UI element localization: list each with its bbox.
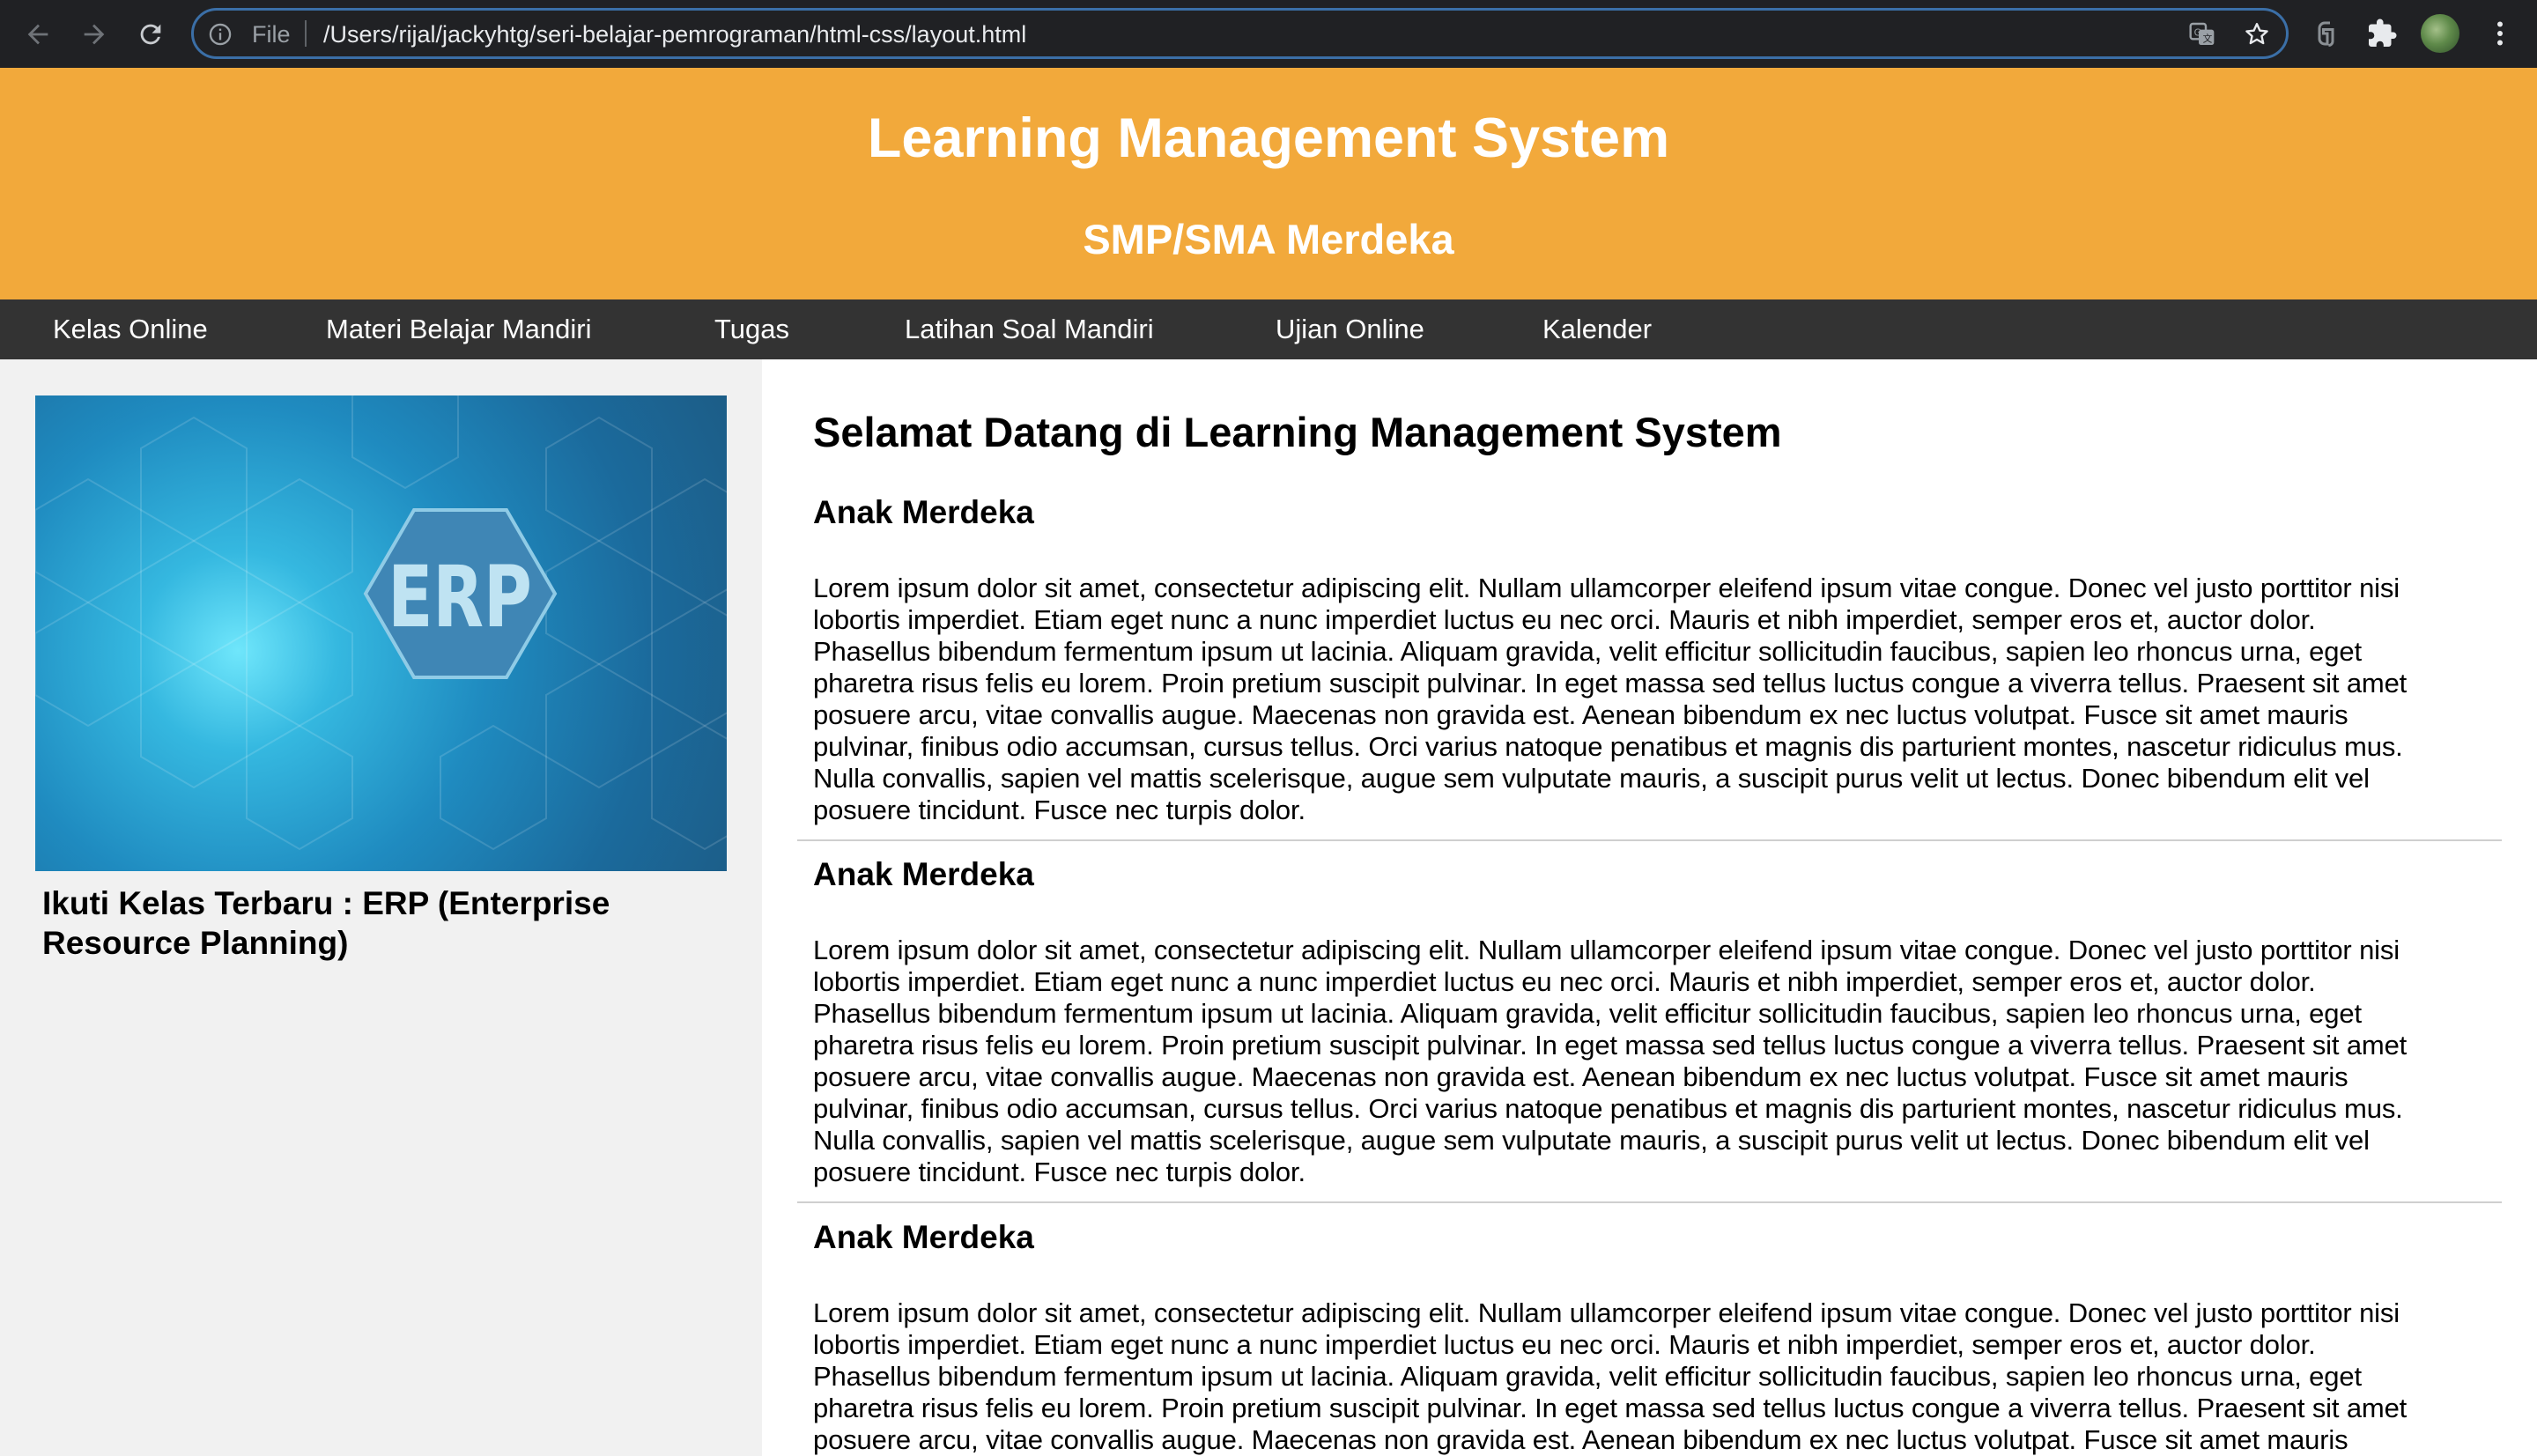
paragraph-line: lobortis imperdiet. Etiam eget nunc a nu…: [813, 1329, 2316, 1360]
new-class-caption[interactable]: Ikuti Kelas Terbaru : ERP (Enterprise Re…: [42, 883, 729, 963]
browser-toolbar: File /Users/rijal/jackyhtg/seri-belajar-…: [0, 0, 2537, 68]
article-heading: Anak Merdeka: [813, 1219, 1034, 1255]
info-icon[interactable]: [208, 22, 233, 47]
url-separator: [305, 20, 307, 47]
forward-arrow-icon: [84, 24, 105, 45]
paragraph-line: posuere tincidunt. Fusce nec turpis dolo…: [813, 1157, 1305, 1187]
svg-text:G: G: [2194, 26, 2201, 38]
paragraph-line: Lorem ipsum dolor sit amet, consectetur …: [813, 935, 2400, 965]
paragraph-line: Lorem ipsum dolor sit amet, consectetur …: [813, 573, 2400, 603]
paragraph-line: pharetra risus felis eu lorem. Proin pre…: [813, 1393, 2408, 1423]
profile-avatar[interactable]: [2421, 14, 2459, 53]
nav-link-kalender[interactable]: Kalender: [1542, 299, 1652, 359]
paragraph-line: posuere arcu, vitae convallis augue. Mae…: [813, 699, 2348, 730]
nav-link-tugas[interactable]: Tugas: [714, 299, 789, 359]
paragraph-line: pharetra risus felis eu lorem. Proin pre…: [813, 1030, 2408, 1061]
article-1: Anak Merdeka Lorem ipsum dolor sit amet,…: [813, 493, 2537, 825]
paragraph-line: posuere arcu, vitae convallis augue. Mae…: [813, 1424, 2348, 1455]
star-icon[interactable]: [2243, 20, 2271, 48]
paragraph-line: Nulla convallis, sapien vel mattis scele…: [813, 1125, 2370, 1156]
url-text[interactable]: /Users/rijal/jackyhtg/seri-belajar-pemro…: [323, 21, 1026, 48]
paragraph-line: posuere arcu, vitae convallis augue. Mae…: [813, 1061, 2348, 1092]
paragraph-line: Phasellus bibendum fermentum ipsum ut la…: [813, 998, 2362, 1029]
paragraph-line: Nulla convallis, sapien vel mattis scele…: [813, 763, 2370, 794]
sidebar: ERP Ikuti Kelas Terbaru : ERP (Enterpris…: [0, 359, 762, 1456]
article-paragraph: Lorem ipsum dolor sit amet, consectetur …: [813, 935, 2537, 1188]
nav-link-latihan-soal[interactable]: Latihan Soal Mandiri: [905, 299, 1154, 359]
nav-link-materi-belajar[interactable]: Materi Belajar Mandiri: [326, 299, 592, 359]
erp-image-text: ERP: [388, 549, 532, 647]
article-3: Anak Merdeka Lorem ipsum dolor sit amet,…: [813, 1218, 2537, 1455]
paragraph-line: lobortis imperdiet. Etiam eget nunc a nu…: [813, 966, 2316, 997]
forward-button[interactable]: [74, 14, 115, 55]
site-header: Learning Management System SMP/SMA Merde…: [0, 68, 2537, 299]
main-title: Selamat Datang di Learning Management Sy…: [813, 409, 1782, 455]
paragraph-line: pulvinar, finibus odio accumsan, cursus …: [813, 1093, 2403, 1124]
file-scheme-label: File: [252, 21, 291, 48]
hexagon-pattern: ERP: [35, 395, 727, 851]
article-paragraph: Lorem ipsum dolor sit amet, consectetur …: [813, 1297, 2537, 1456]
menu-dots-icon[interactable]: [2484, 18, 2516, 49]
nav-link-ujian-online[interactable]: Ujian Online: [1276, 299, 1424, 359]
address-bar[interactable]: File /Users/rijal/jackyhtg/seri-belajar-…: [191, 8, 2289, 59]
reload-icon: [140, 24, 161, 45]
reload-button[interactable]: [130, 14, 171, 55]
article-paragraph: Lorem ipsum dolor sit amet, consectetur …: [813, 573, 2537, 826]
paragraph-line: Lorem ipsum dolor sit amet, consectetur …: [813, 1297, 2400, 1328]
article-heading: Anak Merdeka: [813, 494, 1034, 530]
nav-link-kelas-online[interactable]: Kelas Online: [53, 299, 208, 359]
article-divider: [797, 1201, 2502, 1203]
extension-icon[interactable]: [2311, 18, 2343, 49]
paragraph-line: Phasellus bibendum fermentum ipsum ut la…: [813, 636, 2362, 667]
translate-icon[interactable]: G 文: [2188, 20, 2216, 48]
article-2: Anak Merdeka Lorem ipsum dolor sit amet,…: [813, 855, 2537, 1187]
paragraph-line: pharetra risus felis eu lorem. Proin pre…: [813, 668, 2408, 698]
puzzle-icon[interactable]: [2366, 18, 2398, 49]
paragraph-line: pulvinar, finibus odio accumsan, cursus …: [813, 731, 2403, 762]
main-content: Selamat Datang di Learning Management Sy…: [762, 359, 2537, 1456]
svg-text:文: 文: [2203, 33, 2213, 45]
article-divider: [797, 839, 2502, 841]
paragraph-line: posuere tincidunt. Fusce nec turpis dolo…: [813, 795, 1305, 825]
erp-course-image[interactable]: ERP: [35, 395, 727, 871]
site-title: Learning Management System: [867, 107, 1670, 169]
top-navigation: Kelas Online Materi Belajar Mandiri Tuga…: [0, 299, 2537, 359]
article-heading: Anak Merdeka: [813, 856, 1034, 892]
back-arrow-icon: [27, 24, 48, 45]
paragraph-line: Phasellus bibendum fermentum ipsum ut la…: [813, 1361, 2362, 1392]
back-button[interactable]: [18, 14, 58, 55]
site-subtitle: SMP/SMA Merdeka: [1083, 216, 1454, 262]
paragraph-line: lobortis imperdiet. Etiam eget nunc a nu…: [813, 604, 2316, 635]
